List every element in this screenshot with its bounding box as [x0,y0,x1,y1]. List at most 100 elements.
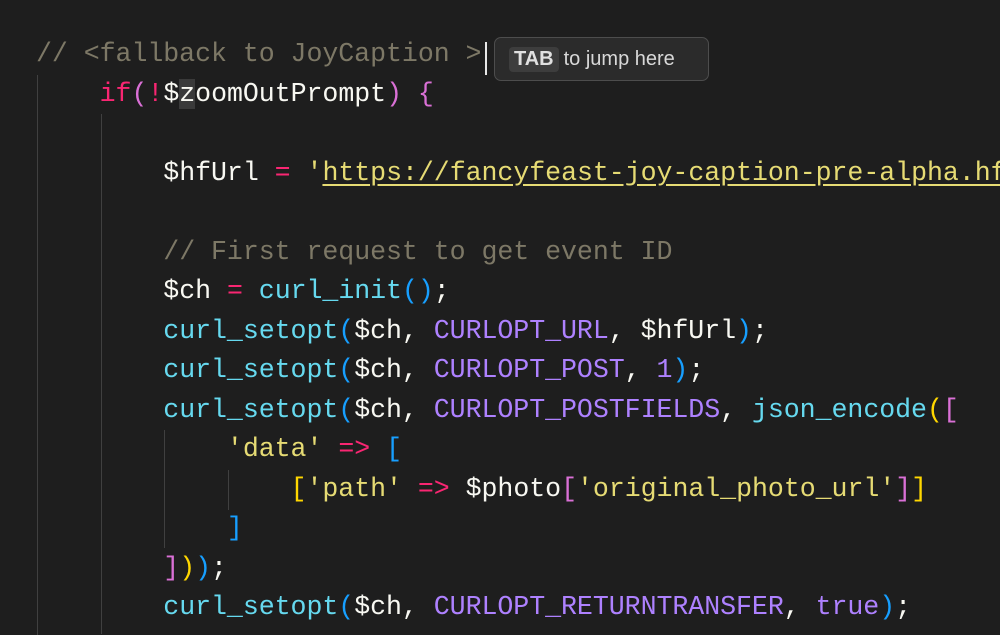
code-token: curl_setopt [163,592,339,622]
code-token: $hfUrl [640,315,737,346]
code-token: ) [179,552,196,583]
code-token: ) [879,592,896,622]
code-token: { [417,78,434,109]
code-token: ] [895,473,912,504]
code-token: curl_setopt [163,315,339,346]
code-line[interactable]: ['path' => $photo['original_photo_url']] [36,470,1000,510]
code-token: if [99,78,132,109]
code-token: , [608,315,641,346]
code-token: $ [163,78,180,109]
code-line[interactable]: ] [36,509,1000,549]
code-token: ] [226,513,243,543]
code-token: , [783,592,816,622]
tooltip-text: to jump here [563,47,675,70]
code-token: ; [895,592,912,622]
code-token: , [720,394,752,425]
text-cursor [485,42,487,75]
code-token: ] [163,552,180,583]
code-token: ( [338,592,355,622]
code-token: ) [195,552,212,583]
code-token: $hfUrl [163,157,259,188]
code-token: ; [433,276,450,306]
code-token: ; [751,315,768,346]
code-line[interactable] [36,193,1000,233]
code-line[interactable]: // First request to get event ID [36,233,1000,273]
code-token: json_encode [751,394,927,425]
code-line[interactable]: $hfUrl = 'https://fancyfeast-joy-caption… [36,154,1000,194]
code-token: 'data' [226,434,323,464]
code-token: () [401,276,434,306]
code-token: true [815,592,880,622]
code-token: 'original_photo_url' [577,473,896,504]
code-line[interactable]: curl_setopt($ch, CURLOPT_RETURNTRANSFER,… [36,588,1000,628]
code-token: // <fallback to JoyCaption > [36,39,482,69]
code-token: 'path' [306,473,402,504]
code-token: [ [942,394,959,425]
code-token: curl_init [258,276,402,306]
code-token: => [338,434,371,464]
code-token: CURLOPT_POST [433,355,625,385]
code-token: [ [386,434,402,464]
tab-key-badge: TAB [509,46,559,72]
code-token: curl_setopt [163,394,339,425]
code-token: , [624,355,657,385]
code-token: $photo [465,473,562,504]
code-token: ( [926,394,943,425]
code-line[interactable] [36,114,1000,154]
code-token: ( [338,355,355,385]
code-token: = [226,276,243,306]
code-line[interactable]: curl_setopt($ch, CURLOPT_URL, $hfUrl); [36,312,1000,352]
code-token: https://fancyfeast-joy-caption-pre-alpha… [322,157,1000,188]
code-token: ( [338,394,355,425]
code-token: [ [561,473,577,504]
code-token: $ch, [354,592,434,622]
code-token: [ [290,473,307,504]
code-token: CURLOPT_URL [433,315,609,346]
code-token: curl_setopt [163,355,339,385]
code-token: ] [911,473,928,504]
code-token: ) [386,78,402,109]
code-token: CURLOPT_POSTFIELDS [433,394,721,425]
code-editor[interactable]: // <fallback to JoyCaption > if(!$zoomOu… [36,35,1000,628]
code-token: ( [338,315,355,346]
code-line[interactable]: ])); [36,549,1000,589]
code-token: ; [688,355,705,385]
code-token: ; [211,552,227,583]
tab-jump-tooltip: TAB to jump here [494,37,709,81]
code-token: => [417,473,450,504]
code-token: ' [306,157,323,188]
code-token: $ch, [354,355,434,385]
code-token: $ch, [354,315,434,346]
code-token: ) [736,315,752,346]
code-token: $ch, [354,394,434,425]
code-token: ( [131,78,148,109]
code-token: ) [672,355,689,385]
code-token: oomOutPrompt [195,78,387,109]
code-line[interactable]: 'data' => [ [36,430,1000,470]
code-line[interactable]: curl_setopt($ch, CURLOPT_POSTFIELDS, jso… [36,391,1000,431]
code-token: z [179,78,196,109]
code-token: CURLOPT_RETURNTRANSFER [433,592,784,622]
code-line[interactable]: curl_setopt($ch, CURLOPT_POST, 1); [36,351,1000,391]
code-token: $ch [163,276,212,306]
code-line[interactable]: $ch = curl_init(); [36,272,1000,312]
